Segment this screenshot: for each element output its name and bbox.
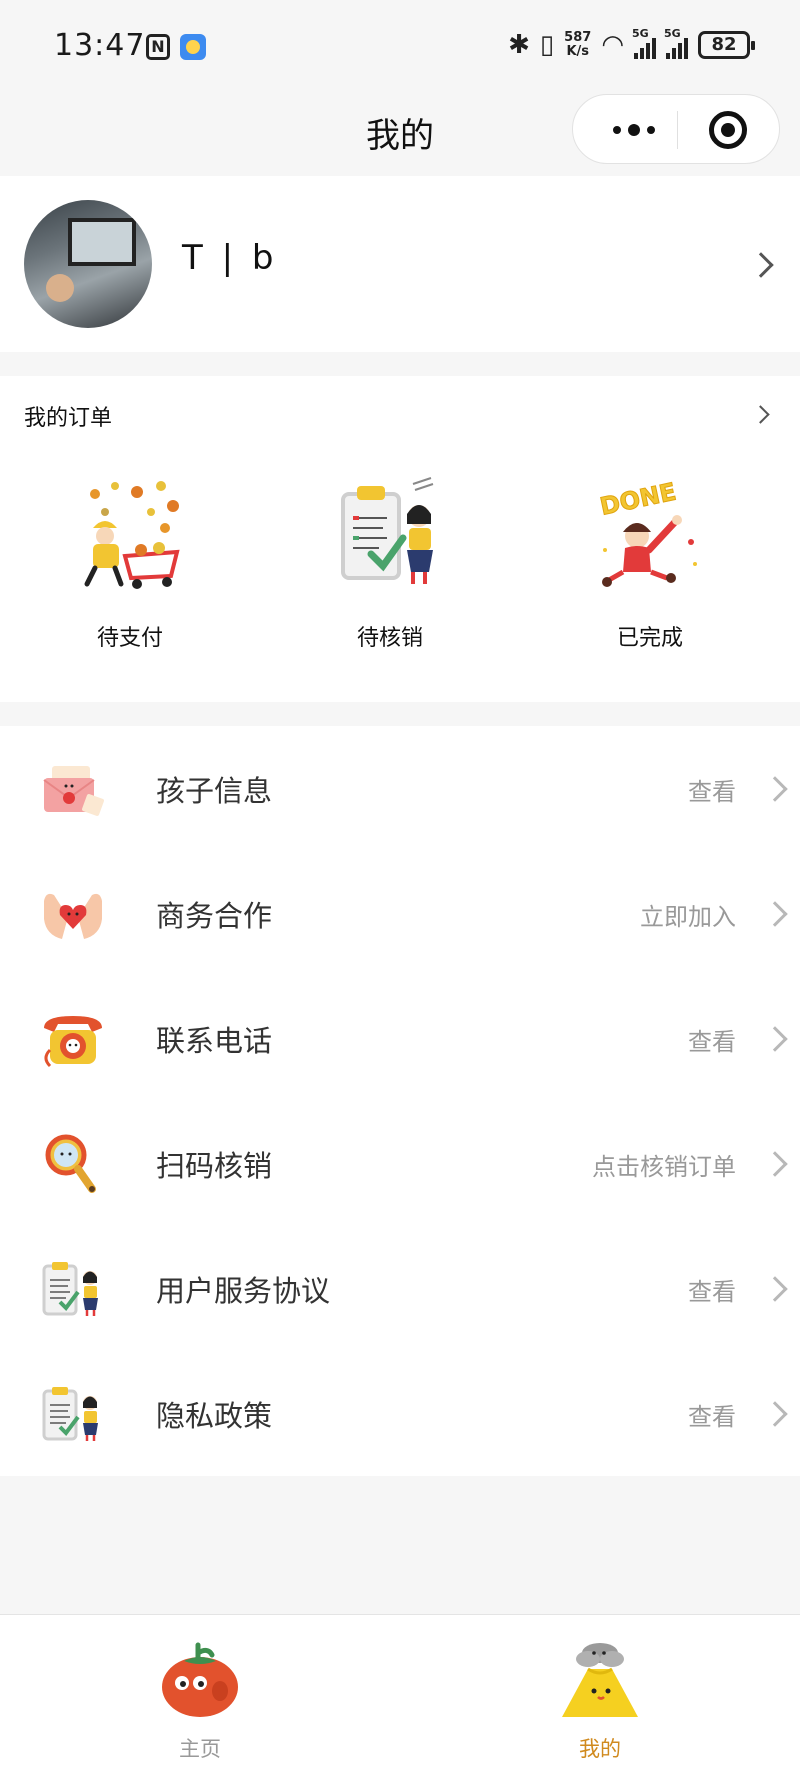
volcano-icon: [562, 1643, 638, 1717]
delivery-cart-icon: [84, 481, 180, 589]
signal-icon: 5G: [632, 27, 656, 59]
more-icon[interactable]: [599, 95, 669, 165]
clipboard-girl-icon: [341, 477, 434, 584]
menu-list: 孩子信息 查看 商务合作 立即加入 联系电话 查看 扫码核销 点击核销订单 用户…: [0, 726, 800, 1476]
tab-label: 我的: [579, 1737, 621, 1761]
network-speed: 587 K/s: [564, 30, 592, 59]
tab-bar: 主页 我的: [0, 1614, 800, 1776]
done-icon: DONE: [597, 477, 697, 587]
heart-hands-icon: [44, 893, 102, 939]
profile-card[interactable]: T | b: [0, 176, 800, 352]
menu-item-user-agreement[interactable]: 用户服务协议 查看: [0, 1226, 800, 1351]
tab-label: 主页: [179, 1737, 221, 1761]
menu-action: 查看: [688, 1278, 736, 1306]
envelope-icon: [43, 766, 104, 816]
menu-item-business[interactable]: 商务合作 立即加入: [0, 851, 800, 976]
status-bar: 13:47 N ✱ ▯ 587 K/s ◠ 5G 5G 82: [0, 0, 800, 96]
order-label: 已完成: [616, 626, 683, 651]
orders-section: 我的订单 待支付 待核销 DONE 已完成: [0, 376, 800, 702]
menu-item-scan-redeem[interactable]: 扫码核销 点击核销订单: [0, 1101, 800, 1226]
svg-text:DONE: DONE: [598, 478, 679, 521]
menu-action: 查看: [688, 1403, 736, 1431]
clipboard-girl-icon: [42, 1262, 98, 1316]
signal-icon: 5G: [664, 27, 688, 59]
tab-home[interactable]: 主页: [0, 1615, 400, 1776]
menu-label: 商务合作: [156, 899, 273, 933]
orders-title: 我的订单: [24, 406, 113, 431]
menu-action: 查看: [688, 1028, 736, 1056]
menu-label: 隐私政策: [156, 1399, 273, 1433]
tab-mine[interactable]: 我的: [400, 1615, 800, 1776]
menu-label: 扫码核销: [156, 1149, 273, 1183]
nickname: T | b: [182, 238, 278, 278]
telephone-icon: [44, 1016, 102, 1068]
menu-item-privacy-policy[interactable]: 隐私政策 查看: [0, 1351, 800, 1476]
capsule-divider: [677, 111, 678, 149]
orders-chevron-right-icon[interactable]: [751, 405, 770, 424]
chevron-right-icon: [762, 1026, 788, 1052]
order-pending-redeem[interactable]: 待核销: [290, 476, 490, 656]
avatar[interactable]: [24, 200, 152, 328]
chevron-right-icon: [762, 1401, 788, 1427]
magnifier-icon: [45, 1134, 96, 1193]
battery-icon: 82: [698, 31, 755, 59]
chevron-right-icon: [748, 252, 774, 278]
nfc-icon: N: [146, 34, 170, 60]
clipboard-girl-icon: [42, 1387, 98, 1441]
chevron-right-icon: [762, 1151, 788, 1177]
vibrate-icon: ▯: [539, 30, 555, 60]
weather-icon: [180, 34, 206, 60]
nav-bar: 我的: [0, 90, 800, 176]
menu-label: 孩子信息: [156, 774, 273, 808]
chevron-right-icon: [762, 776, 788, 802]
menu-label: 联系电话: [156, 1024, 273, 1058]
menu-action: 查看: [688, 778, 736, 806]
chevron-right-icon: [762, 901, 788, 927]
menu-item-contact-phone[interactable]: 联系电话 查看: [0, 976, 800, 1101]
order-completed[interactable]: DONE 已完成: [550, 476, 750, 656]
order-pending-payment[interactable]: 待支付: [30, 476, 230, 656]
close-miniprogram-icon[interactable]: [709, 111, 747, 149]
bluetooth-icon: ✱: [508, 30, 530, 60]
order-label: 待支付: [96, 626, 163, 651]
wifi-icon: ◠: [601, 30, 624, 60]
menu-action: 点击核销订单: [592, 1153, 736, 1181]
menu-item-child-info[interactable]: 孩子信息 查看: [0, 726, 800, 851]
miniprogram-capsule: [572, 94, 780, 164]
tomato-icon: [162, 1642, 238, 1717]
status-time: 13:47: [54, 28, 146, 63]
menu-action: 立即加入: [640, 903, 736, 931]
menu-label: 用户服务协议: [156, 1274, 331, 1308]
order-label: 待核销: [356, 626, 423, 651]
chevron-right-icon: [762, 1276, 788, 1302]
